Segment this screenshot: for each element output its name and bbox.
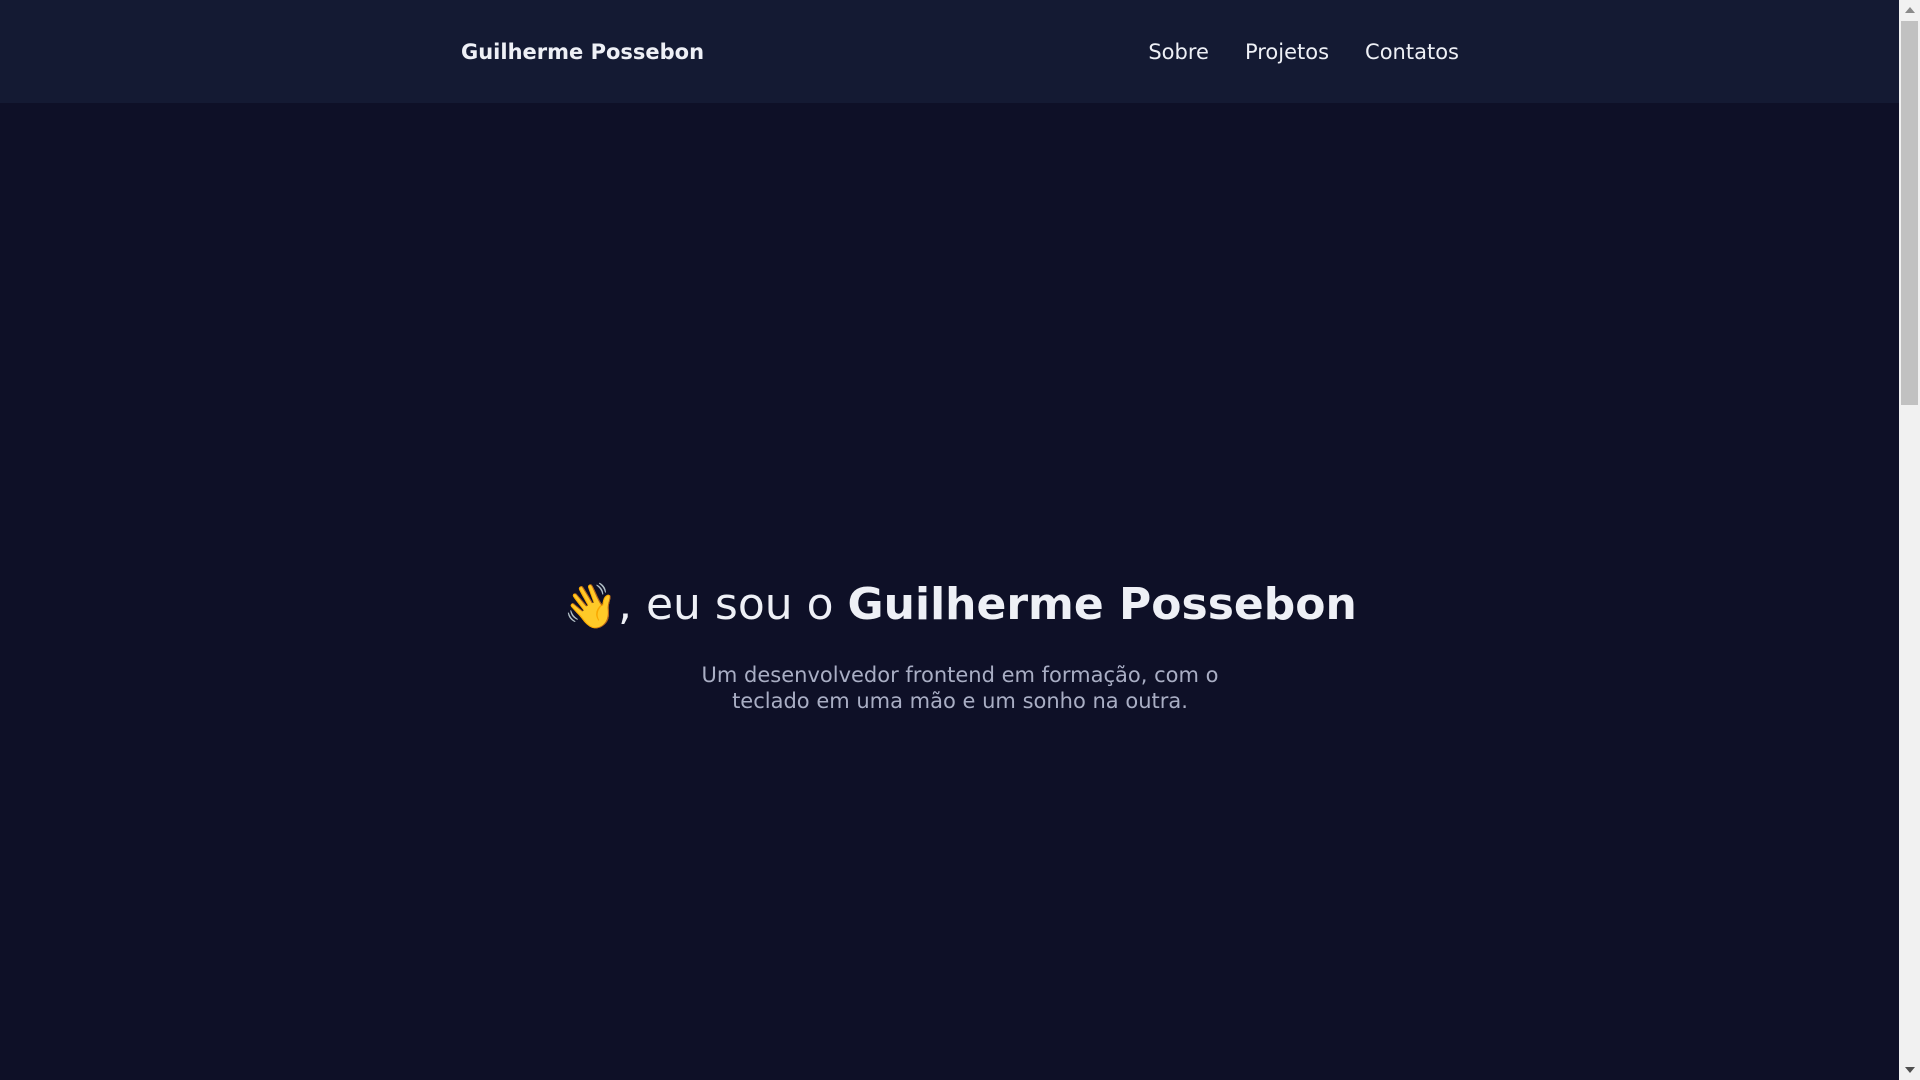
nav-links: Sobre Projetos Contatos <box>1148 36 1459 68</box>
nav-link-contatos[interactable]: Contatos <box>1365 36 1459 68</box>
hero-title: 👋, eu sou o Guilherme Possebon <box>0 570 1920 642</box>
hero-subtitle: Um desenvolvedor frontend em formação, c… <box>701 663 1219 713</box>
nav-link-projetos[interactable]: Projetos <box>1245 36 1329 68</box>
page: Guilherme Possebon Sobre Projetos Contat… <box>0 0 1899 1080</box>
scrollbar-thumb[interactable] <box>1901 21 1918 405</box>
navbar: Guilherme Possebon Sobre Projetos Contat… <box>0 0 1899 103</box>
scroll-down-arrow-icon[interactable] <box>1905 1067 1915 1073</box>
brand-link[interactable]: Guilherme Possebon <box>461 36 704 68</box>
vertical-scrollbar[interactable] <box>1899 0 1920 1080</box>
hero-title-prefix: , eu sou o <box>618 579 848 630</box>
waving-hand-icon: 👋 <box>563 581 618 632</box>
nav-link-sobre[interactable]: Sobre <box>1148 36 1209 68</box>
hero-title-name: Guilherme Possebon <box>847 579 1357 630</box>
hero-section: 👋, eu sou o Guilherme Possebon Um desenv… <box>0 570 1920 714</box>
scroll-up-arrow-icon[interactable] <box>1905 7 1915 13</box>
